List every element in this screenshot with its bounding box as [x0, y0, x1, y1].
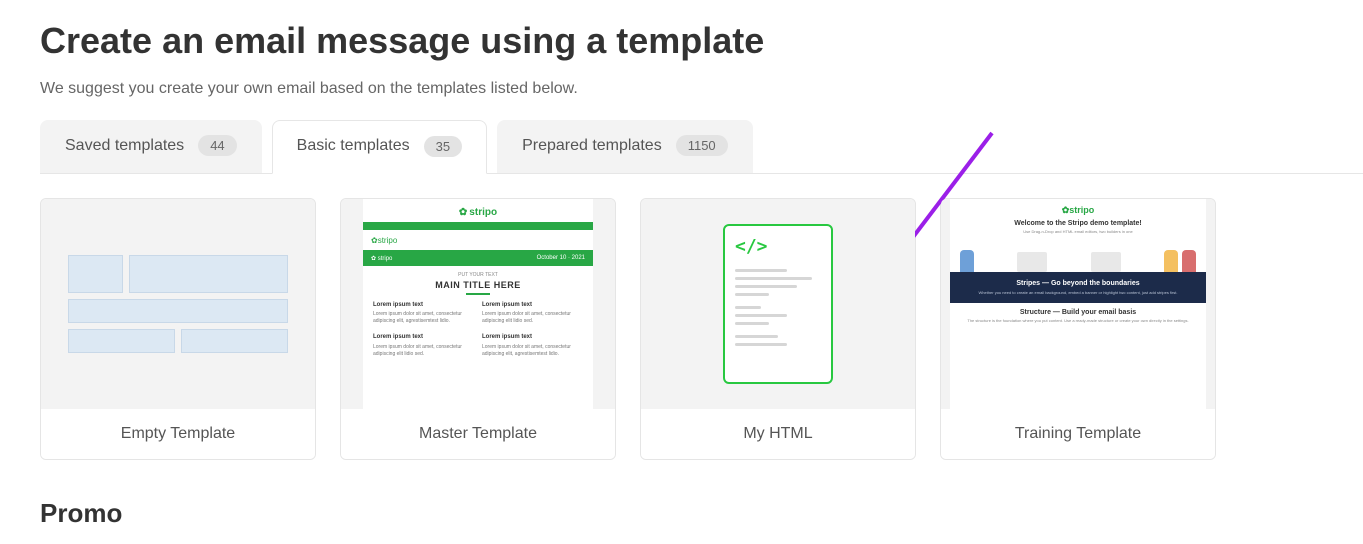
template-card-my-html[interactable]: </> My HTML	[640, 198, 916, 460]
preview-welcome-sub: Use Drag-n-Drop and HTML email editors, …	[958, 229, 1198, 234]
preview-sub-right: October 10 · 2021	[537, 255, 585, 261]
tab-basic-templates[interactable]: Basic templates 35	[272, 120, 487, 174]
template-card-label: Empty Template	[41, 409, 315, 459]
page-subtitle: We suggest you create your own email bas…	[40, 80, 1323, 98]
empty-layout-icon	[68, 255, 288, 353]
preview-structure-section: Structure — Build your email basis The s…	[950, 303, 1206, 409]
preview-band-sub: Whether you need to create an email back…	[956, 290, 1200, 295]
preview-main-title: MAIN TITLE HERE	[363, 280, 593, 290]
preview-band-title: Stripes — Go beyond the boundaries	[956, 280, 1200, 287]
template-preview: </>	[641, 199, 915, 409]
preview-logo: stripo	[363, 199, 593, 222]
preview-sub-left: ✿ stripo	[371, 255, 392, 262]
tab-count-badge: 1150	[676, 135, 728, 156]
preview-sub-bar: ✿ stripo October 10 · 2021	[363, 250, 593, 266]
preview-col-left: Lorem ipsum textLorem ipsum dolor sit am…	[373, 301, 474, 325]
tab-saved-templates[interactable]: Saved templates 44	[40, 120, 262, 173]
tab-label: Saved templates	[65, 137, 184, 155]
preview-underline	[466, 293, 490, 295]
tab-count-badge: 44	[198, 135, 236, 156]
template-preview: stripo Welcome to the Stripo demo templa…	[941, 199, 1215, 409]
preview-col-left: Lorem ipsum textLorem ipsum dolor sit am…	[373, 333, 474, 357]
template-card-empty[interactable]: Empty Template	[40, 198, 316, 460]
template-card-label: Master Template	[341, 409, 615, 459]
preview-col-right: Lorem ipsum textLorem ipsum dolor sit am…	[482, 301, 583, 325]
template-cards-row: Empty Template stripo stripo ✿ stripo Oc…	[40, 198, 1323, 460]
tab-count-badge: 35	[424, 136, 462, 157]
preview-col-right: Lorem ipsum textLorem ipsum dolor sit am…	[482, 333, 583, 357]
preview-brand-row: stripo	[363, 230, 593, 250]
tab-prepared-templates[interactable]: Prepared templates 1150	[497, 120, 753, 173]
preview-welcome-title: Welcome to the Stripo demo template!	[958, 220, 1198, 227]
preview-pretitle: PUT YOUR TEXT	[363, 272, 593, 278]
tab-label: Prepared templates	[522, 137, 662, 155]
section-heading-promo: Promo	[40, 498, 1323, 529]
preview-dark-band: Stripes — Go beyond the boundaries Wheth…	[950, 272, 1206, 303]
preview-nav-bar	[363, 222, 593, 230]
template-card-label: My HTML	[641, 409, 915, 459]
preview-struct-title: Structure — Build your email basis	[956, 309, 1200, 316]
page-title: Create an email message using a template	[40, 20, 1323, 62]
tab-label: Basic templates	[297, 137, 410, 155]
code-icon: </>	[735, 236, 821, 257]
html-document-icon: </>	[723, 224, 833, 384]
preview-hero	[950, 240, 1206, 272]
preview-logo: stripo	[958, 205, 1198, 216]
template-card-training[interactable]: stripo Welcome to the Stripo demo templa…	[940, 198, 1216, 460]
tabs-bar: Saved templates 44 Basic templates 35 Pr…	[40, 120, 1363, 174]
preview-struct-sub: The structure is the foundation where yo…	[956, 318, 1200, 323]
template-card-label: Training Template	[941, 409, 1215, 459]
template-preview	[41, 199, 315, 409]
template-card-master[interactable]: stripo stripo ✿ stripo October 10 · 2021…	[340, 198, 616, 460]
template-preview: stripo stripo ✿ stripo October 10 · 2021…	[341, 199, 615, 409]
